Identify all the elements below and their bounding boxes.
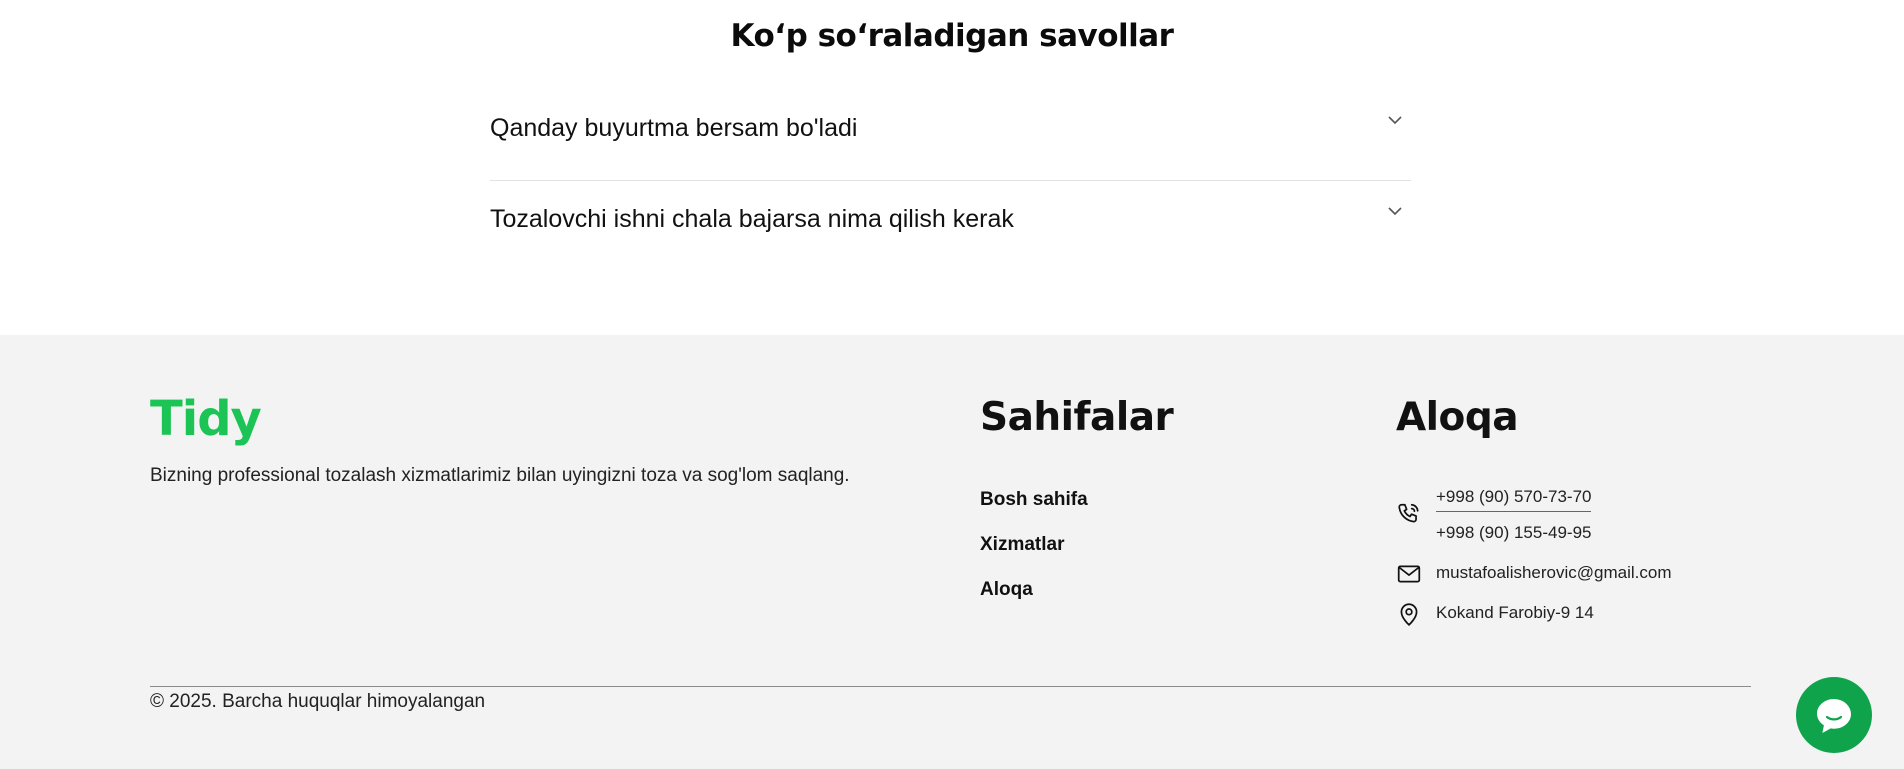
footer: Tidy Bizning professional tozalash xizma… xyxy=(0,335,1904,769)
address-text: Kokand Farobiy-9 14 xyxy=(1436,603,1594,622)
link-services[interactable]: Xizmatlar xyxy=(980,534,1064,555)
copyright: © 2025. Barcha huquqlar himoyalangan xyxy=(150,691,486,712)
faq-section: Ko‘p so‘raladigan savollar Qanday buyurt… xyxy=(0,0,1904,335)
page-links: Bosh sahifa Xizmatlar Aloqa xyxy=(980,489,1088,624)
chat-bubble-icon xyxy=(1817,699,1851,733)
pages-title: Sahifalar xyxy=(980,395,1174,440)
email-link[interactable]: mustafoalisherovic@gmail.com xyxy=(1436,563,1672,583)
brand-description: Bizning professional tozalash xizmatlari… xyxy=(150,465,850,486)
link-contact[interactable]: Aloqa xyxy=(980,579,1033,600)
faq-list: Qanday buyurtma bersam bo'ladi Tozalovch… xyxy=(490,90,1411,272)
faq-question: Tozalovchi ishni chala bajarsa nima qili… xyxy=(490,205,1014,233)
page-link-item: Aloqa xyxy=(980,579,1088,624)
mail-icon xyxy=(1397,565,1421,583)
brand-logo[interactable]: Tidy xyxy=(150,391,262,447)
phone-link-1[interactable]: +998 (90) 570-73-70 xyxy=(1436,487,1592,512)
map-pin-icon xyxy=(1400,603,1418,626)
link-home[interactable]: Bosh sahifa xyxy=(980,489,1088,510)
chevron-down-icon xyxy=(1388,116,1402,125)
contact-title: Aloqa xyxy=(1396,395,1519,440)
phone-link-2[interactable]: +998 (90) 155-49-95 xyxy=(1436,523,1591,543)
chevron-down-icon xyxy=(1388,207,1402,216)
faq-item[interactable]: Qanday buyurtma bersam bo'ladi xyxy=(490,90,1411,181)
page-link-item: Xizmatlar xyxy=(980,534,1088,579)
faq-title: Ko‘p so‘raladigan savollar xyxy=(730,18,1174,54)
faq-item[interactable]: Tozalovchi ishni chala bajarsa nima qili… xyxy=(490,181,1411,272)
chat-button[interactable] xyxy=(1796,677,1872,753)
phone-icon xyxy=(1398,503,1419,523)
faq-question: Qanday buyurtma bersam bo'ladi xyxy=(490,114,858,142)
footer-divider xyxy=(150,686,1751,687)
page-link-item: Bosh sahifa xyxy=(980,489,1088,534)
